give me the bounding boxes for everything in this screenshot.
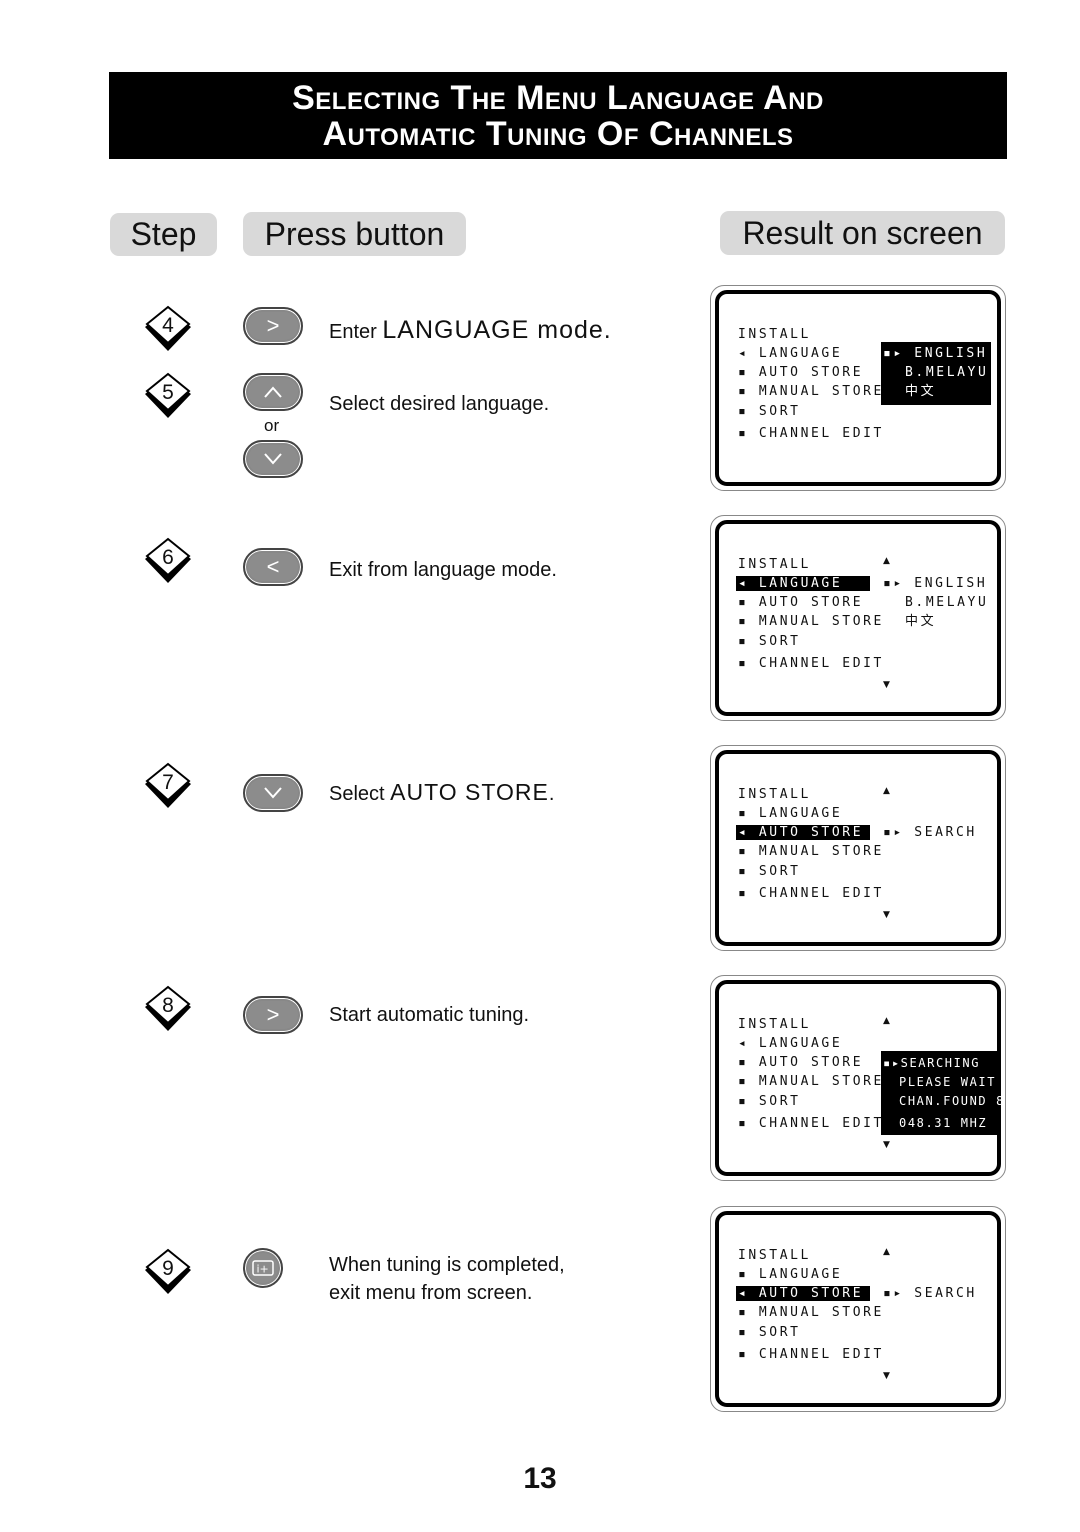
section-title-banner: Selecting The Menu Language And Automati… (109, 72, 1007, 159)
step-number: 8 (162, 994, 174, 1017)
language-option-chinese: 中文 (905, 614, 937, 629)
menu-item-auto-store: ▪ AUTO STORE (738, 595, 864, 610)
menu-item-channel-edit: ▪ CHANNEL EDIT (738, 886, 884, 901)
title-line-2: Automatic Tuning Of Channels (322, 115, 794, 153)
step-number: 4 (162, 314, 174, 337)
chevron-right-icon: > (266, 313, 280, 338)
scroll-up-icon: ▲ (883, 556, 890, 566)
step-badge-5: 5 (143, 372, 193, 422)
menu-item-auto-store-selected: ◂ AUTO STORE (736, 1286, 870, 1301)
header-press-button: Press button (243, 212, 466, 256)
page-number: 13 (523, 1462, 557, 1495)
scroll-down-icon: ▼ (883, 910, 890, 920)
tv-screen-step-6: ▲ ▼ INSTALL ◂ LANGUAGE ▪ AUTO STORE ▪ MA… (710, 515, 1006, 721)
tv-screen-step-7: ▲ ▼ INSTALL ▪ LANGUAGE ◂ AUTO STORE ▪ MA… (710, 745, 1006, 951)
menu-item-sort: ▪ SORT (738, 864, 801, 879)
scroll-down-icon: ▼ (883, 1140, 890, 1150)
step-8-description: Start automatic tuning. (329, 1004, 530, 1026)
menu-item-language: ◂ LANGUAGE (738, 346, 843, 361)
scroll-up-icon: ▲ (883, 1016, 890, 1026)
language-option-malay: B.MELAYU (905, 595, 989, 610)
tv-screen-step-8: ▲ ▼ INSTALL ◂ LANGUAGE ▪ AUTO STORE ▪ MA… (710, 975, 1006, 1181)
menu-item-channel-edit: ▪ CHANNEL EDIT (738, 1347, 884, 1362)
svg-text:i+: i+ (257, 1263, 269, 1276)
language-option-english: ▪▸ ENGLISH (883, 576, 988, 591)
step-number: 5 (162, 381, 174, 404)
menu-title: INSTALL (738, 787, 811, 802)
language-option-english: ▪▸ ENGLISH (883, 346, 988, 361)
step-5-description: Select desired language. (329, 393, 550, 415)
up-arrow-button[interactable] (243, 373, 303, 411)
menu-item-sort: ▪ SORT (738, 1094, 801, 1109)
header-result-on-screen: Result on screen (720, 211, 1005, 255)
step-number: 9 (162, 1257, 174, 1280)
menu-title: INSTALL (738, 557, 811, 572)
language-option-malay: B.MELAYU (905, 365, 989, 380)
menu-item-manual-store: ▪ MANUAL STORE (738, 1074, 884, 1089)
tv-screen-step-9: ▲ ▼ INSTALL ▪ LANGUAGE ◂ AUTO STORE ▪ MA… (710, 1206, 1006, 1412)
language-option-chinese: 中文 (905, 384, 937, 399)
menu-item-language: ◂ LANGUAGE (738, 1036, 843, 1051)
menu-item-sort: ▪ SORT (738, 404, 801, 419)
menu-item-sort: ▪ SORT (738, 634, 801, 649)
step-badge-6: 6 (143, 537, 193, 587)
title-line-1: Selecting The Menu Language And (292, 79, 824, 117)
menu-item-manual-store: ▪ MANUAL STORE (738, 1305, 884, 1320)
tv-screen-step-4-5: INSTALL ◂ LANGUAGE ▪ AUTO STORE ▪ MANUAL… (710, 285, 1006, 491)
chevron-left-icon: < (266, 554, 280, 579)
menu-item-manual-store: ▪ MANUAL STORE (738, 384, 884, 399)
menu-item-channel-edit: ▪ CHANNEL EDIT (738, 656, 884, 671)
step-4-description: Enter LANGUAGE mode. (329, 316, 612, 344)
down-arrow-button-step7[interactable] (243, 774, 303, 812)
left-arrow-button[interactable]: < (243, 548, 303, 586)
menu-title: INSTALL (738, 1248, 811, 1263)
please-wait-text: PLEASE WAIT (899, 1075, 997, 1089)
step-number: 6 (162, 546, 174, 569)
scroll-up-icon: ▲ (883, 786, 890, 796)
search-option: ▪▸ SEARCH (883, 1286, 977, 1301)
step-badge-7: 7 (143, 762, 193, 812)
menu-item-sort: ▪ SORT (738, 1325, 801, 1340)
menu-item-language: ▪ LANGUAGE (738, 806, 843, 821)
search-option: ▪▸ SEARCH (883, 825, 977, 840)
step-6-description: Exit from language mode. (329, 559, 557, 581)
step-9-description: When tuning is completed, exit menu from… (329, 1254, 565, 1304)
menu-item-manual-store: ▪ MANUAL STORE (738, 844, 884, 859)
frequency-text: 048.31 MHZ (899, 1116, 988, 1130)
step-badge-4: 4 (143, 305, 193, 355)
chevron-down-icon (264, 453, 282, 465)
searching-status: ▪▸SEARCHING (883, 1056, 981, 1070)
menu-item-auto-store-selected: ◂ AUTO STORE (736, 825, 870, 840)
menu-item-language: ▪ LANGUAGE (738, 1267, 843, 1282)
menu-item-channel-edit: ▪ CHANNEL EDIT (738, 426, 884, 441)
menu-item-manual-store: ▪ MANUAL STORE (738, 614, 884, 629)
or-label: or (264, 416, 280, 435)
menu-title: INSTALL (738, 327, 811, 342)
header-step: Step (110, 213, 217, 256)
chevron-right-icon: > (266, 1002, 280, 1027)
menu-item-language-selected: ◂ LANGUAGE (736, 576, 870, 591)
menu-item-channel-edit: ▪ CHANNEL EDIT (738, 1116, 884, 1131)
scroll-down-icon: ▼ (883, 680, 890, 690)
menu-item-auto-store: ▪ AUTO STORE (738, 1055, 864, 1070)
right-arrow-button[interactable]: > (243, 307, 303, 345)
right-arrow-button-step8[interactable]: > (243, 996, 303, 1034)
info-plus-icon: i+ (252, 1260, 274, 1276)
step-7-description: Select AUTO STORE. (329, 779, 555, 805)
menu-item-auto-store: ▪ AUTO STORE (738, 365, 864, 380)
step-number: 7 (162, 771, 174, 794)
step-badge-8: 8 (143, 985, 193, 1035)
channels-found-text: CHAN.FOUND 8 (899, 1094, 1005, 1108)
down-arrow-button[interactable] (243, 440, 303, 478)
step-badge-9: 9 (143, 1248, 193, 1298)
info-plus-button[interactable]: i+ (243, 1248, 283, 1288)
menu-title: INSTALL (738, 1017, 811, 1032)
chevron-down-icon (264, 787, 282, 799)
chevron-up-icon (264, 386, 282, 398)
scroll-down-icon: ▼ (883, 1371, 890, 1381)
scroll-up-icon: ▲ (883, 1247, 890, 1257)
